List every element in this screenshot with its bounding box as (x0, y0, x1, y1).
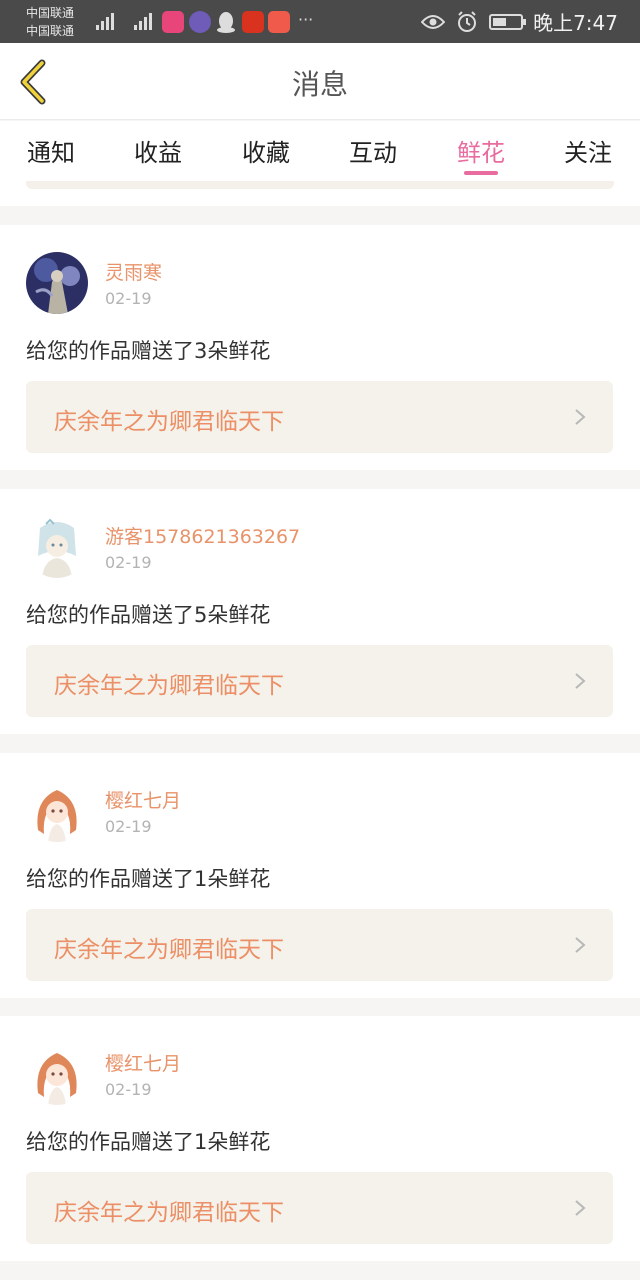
eye-icon (421, 10, 446, 34)
tab-flowers[interactable]: 鲜花 (441, 133, 521, 168)
tab-notice[interactable]: 通知 (11, 133, 91, 168)
avatar[interactable] (26, 252, 88, 314)
list-item-partial (0, 181, 640, 206)
tab-follow[interactable]: 关注 (548, 133, 628, 168)
signal-3g-icon (96, 10, 114, 30)
top-nav-bar: 消息 (0, 43, 640, 120)
qq-icon (215, 11, 237, 33)
carrier-2: 中国联通 (26, 24, 75, 38)
status-time: 晚上7:47 (533, 11, 618, 35)
username[interactable]: 樱红七月 (105, 1049, 181, 1076)
book-link-partial[interactable] (26, 181, 614, 189)
signal-4g-icon (134, 10, 152, 30)
alarm-icon (455, 10, 479, 34)
page-title: 消息 (291, 68, 348, 101)
username[interactable]: 游客1578621363267 (105, 522, 300, 549)
battery-fill (493, 17, 507, 26)
tab-favorites[interactable]: 收藏 (226, 133, 306, 168)
book-title: 庆余年之为卿君临天下 (54, 673, 284, 699)
message-date: 02-19 (105, 289, 152, 308)
username[interactable]: 灵雨寒 (105, 258, 162, 285)
app-notification-icon (268, 11, 290, 33)
active-tab-indicator (464, 171, 498, 175)
chevron-right-icon (575, 1200, 586, 1216)
app-notification-icon (242, 11, 264, 33)
tab-interaction[interactable]: 互动 (333, 133, 413, 168)
message-text: 给您的作品赠送了1朵鲜花 (26, 1130, 271, 1154)
book-link[interactable]: 庆余年之为卿君临天下 (26, 381, 613, 453)
list-item: 樱红七月 02-19 给您的作品赠送了1朵鲜花 庆余年之为卿君临天下 (0, 753, 640, 998)
avatar[interactable] (26, 780, 88, 842)
chevron-right-icon (575, 937, 586, 953)
book-title: 庆余年之为卿君临天下 (54, 937, 284, 963)
tab-bar: 通知 收益 收藏 互动 鲜花 关注 (0, 121, 640, 181)
username[interactable]: 樱红七月 (105, 786, 181, 813)
app-notification-icon (162, 11, 184, 33)
message-date: 02-19 (105, 1080, 152, 1099)
message-text: 给您的作品赠送了1朵鲜花 (26, 867, 271, 891)
list-item: 樱红七月 02-19 给您的作品赠送了1朵鲜花 庆余年之为卿君临天下 (0, 1016, 640, 1261)
tab-earnings[interactable]: 收益 (118, 133, 198, 168)
carrier-1: 中国联通 (26, 6, 75, 20)
list-item: 游客1578621363267 02-19 给您的作品赠送了5朵鲜花 庆余年之为… (0, 489, 640, 734)
message-date: 02-19 (105, 817, 152, 836)
book-title: 庆余年之为卿君临天下 (54, 1200, 284, 1226)
carrier-labels: 中国联通 中国联通 (26, 4, 74, 40)
avatar[interactable] (26, 1043, 88, 1105)
book-title: 庆余年之为卿君临天下 (54, 409, 284, 435)
list-item: 灵雨寒 02-19 给您的作品赠送了3朵鲜花 庆余年之为卿君临天下 (0, 225, 640, 470)
battery-icon (489, 13, 527, 30)
chevron-right-icon (575, 409, 586, 425)
more-notifications-icon: ··· (298, 10, 314, 29)
message-text: 给您的作品赠送了5朵鲜花 (26, 603, 271, 627)
status-bar: 中国联通 中国联通 ··· 晚上7:47 (0, 0, 640, 43)
chevron-right-icon (575, 673, 586, 689)
book-link[interactable]: 庆余年之为卿君临天下 (26, 645, 613, 717)
avatar[interactable] (26, 516, 88, 578)
book-link[interactable]: 庆余年之为卿君临天下 (26, 1172, 613, 1244)
app-notification-icon (189, 11, 211, 33)
message-date: 02-19 (105, 553, 152, 572)
message-text: 给您的作品赠送了3朵鲜花 (26, 339, 271, 363)
book-link[interactable]: 庆余年之为卿君临天下 (26, 909, 613, 981)
